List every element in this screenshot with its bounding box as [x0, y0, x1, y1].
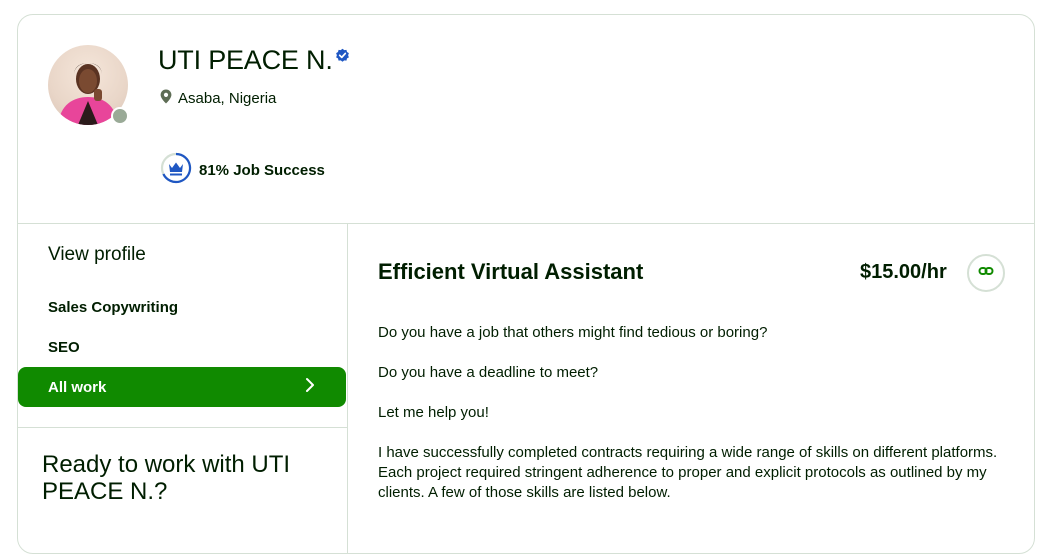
- name-row: UTI PEACE N.: [158, 45, 350, 76]
- location-row: Asaba, Nigeria: [160, 89, 276, 108]
- link-icon: [978, 263, 994, 284]
- view-profile-heading: View profile: [48, 244, 146, 265]
- description-paragraph: Let me help you!: [378, 404, 489, 421]
- description-paragraph: Do you have a job that others might find…: [378, 324, 768, 341]
- job-success-crown-icon: [160, 152, 192, 188]
- avatar-container: [48, 45, 129, 125]
- profile-card: UTI PEACE N. Asaba, Nigeria 81% Job Succ…: [17, 14, 1035, 554]
- copy-link-button[interactable]: [967, 254, 1005, 292]
- sidebar: View profile Sales Copywriting SEO All w…: [18, 223, 348, 553]
- job-success-row[interactable]: 81% Job Success: [160, 152, 325, 188]
- sidebar-item-label: All work: [48, 378, 107, 396]
- chevron-right-icon: [304, 377, 316, 397]
- location-text: Asaba, Nigeria: [178, 90, 277, 107]
- verified-badge-icon: [335, 48, 350, 68]
- job-success-text: 81% Job Success: [199, 161, 325, 179]
- status-dot: [111, 107, 129, 125]
- profile-title: Efficient Virtual Assistant: [378, 259, 644, 284]
- sidebar-item-all-work[interactable]: All work: [18, 367, 346, 407]
- profile-name: UTI PEACE N.: [158, 45, 333, 75]
- hourly-rate: $15.00/hr: [860, 261, 947, 283]
- portfolio-main: Efficient Virtual Assistant $15.00/hr Do…: [348, 223, 1034, 553]
- ready-to-work-heading: Ready to work with UTI PEACE N.?: [42, 451, 291, 505]
- description-paragraph: Do you have a deadline to meet?: [378, 364, 599, 381]
- profile-header: UTI PEACE N. Asaba, Nigeria 81% Job Succ…: [18, 15, 1034, 224]
- profile-description: Do you have a job that others might find…: [378, 323, 1008, 523]
- sidebar-item-seo[interactable]: SEO: [48, 339, 80, 356]
- description-paragraph: I have successfully completed contracts …: [378, 444, 998, 501]
- sidebar-divider: [18, 427, 347, 428]
- location-pin-icon: [160, 89, 178, 108]
- sidebar-item-sales-copywriting[interactable]: Sales Copywriting: [48, 299, 178, 316]
